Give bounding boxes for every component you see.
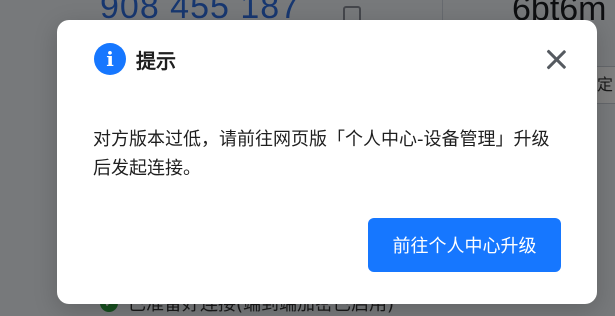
info-icon: i [94, 43, 126, 75]
dialog-message: 对方版本过低，请前往网页版「个人中心-设备管理」升级后发起连接。 [93, 129, 550, 179]
close-icon[interactable] [545, 48, 567, 70]
dialog-header: i 提示 [94, 43, 176, 75]
go-upgrade-button[interactable]: 前往个人中心升级 [368, 218, 561, 272]
dialog-title: 提示 [136, 48, 176, 73]
alert-dialog: i 提示 对方版本过低，请前往网页版「个人中心-设备管理」升级后发起连接。 前往… [57, 20, 597, 304]
